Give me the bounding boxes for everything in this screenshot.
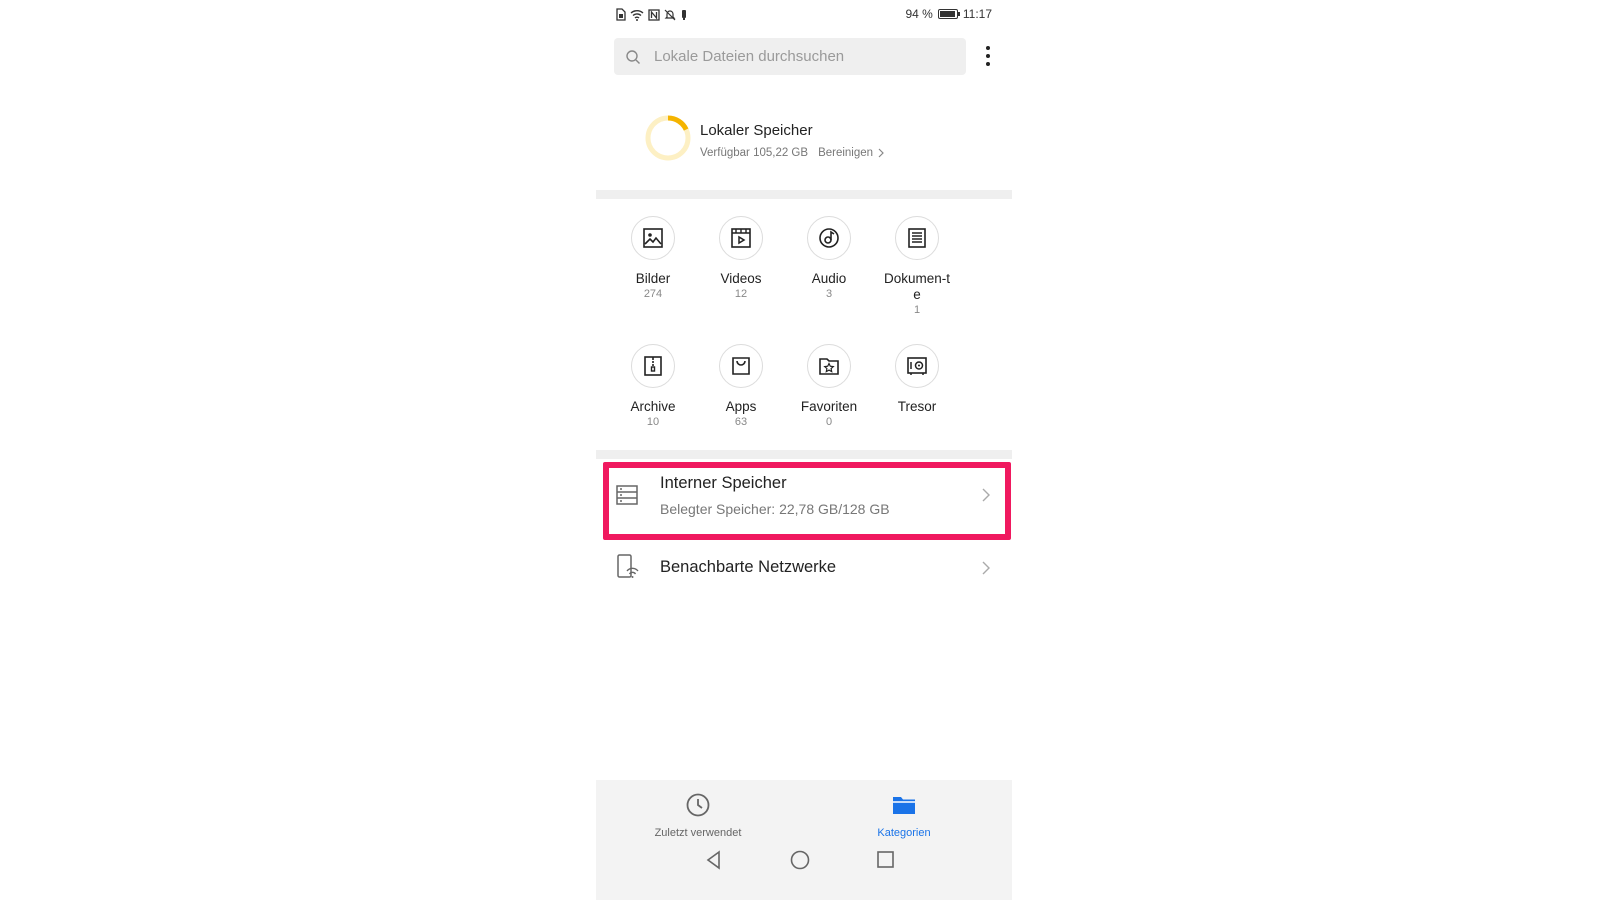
more-options-button[interactable] [972,40,1004,72]
category-icon-wrap [807,216,851,260]
search-icon [614,49,652,65]
category-count: 63 [734,416,748,428]
section-divider [596,450,1012,459]
network-device-icon [617,554,639,578]
internal-storage-row[interactable]: Interner Speicher Belegter Speicher: 22,… [596,468,1012,530]
category-icon-wrap [807,344,851,388]
category-icon-wrap [719,344,763,388]
search-input[interactable] [652,47,956,66]
tab-categories[interactable]: Kategorien [834,792,974,839]
bell-muted-icon [664,9,676,20]
local-storage-title: Lokaler Speicher [700,122,813,139]
more-dot [986,62,990,66]
clock-icon [686,793,710,817]
document-icon [908,228,926,248]
nearby-networks-row[interactable]: Benachbarte Netzwerke [596,548,1012,590]
category-label: Audio [811,271,847,286]
tab-recent-label: Zuletzt verwendet [654,827,742,839]
category-label: Apps [725,399,757,414]
archive-icon [644,356,662,376]
section-divider [596,190,1012,199]
chevron-right-icon [982,488,990,502]
video-icon [731,228,751,248]
bottom-navigation: Zuletzt verwendet Kategorien [596,780,1012,900]
tab-categories-label: Kategorien [877,827,931,839]
apps-bag-icon [732,357,750,375]
image-icon [643,228,663,248]
category-count: 3 [825,288,833,300]
category-favorites[interactable]: Favoriten 0 [784,344,874,428]
more-dot [986,46,990,50]
audio-icon [819,228,839,248]
category-archives[interactable]: Archive 10 [608,344,698,428]
system-navigation-bar [596,848,1012,876]
internal-storage-usage: Belegter Speicher: 22,78 GB/128 GB [660,501,890,517]
category-icon-wrap [631,216,675,260]
local-storage-subtitle: Verfügbar 105,22 GB Bereinigen [700,147,884,159]
battery-icon [937,9,960,19]
category-safe[interactable]: Tresor [872,344,962,416]
category-label: Videos [720,271,762,286]
category-count: 0 [825,416,833,428]
available-space: Verfügbar 105,22 GB [700,147,809,159]
local-storage-summary[interactable]: Lokaler Speicher Verfügbar 105,22 GB Ber… [644,114,984,170]
clean-up-label: Bereinigen [818,147,874,159]
category-label: Bilder [635,271,671,286]
folder-icon [893,797,915,814]
nfc-icon [648,8,660,21]
phone-screen: 94 % 11:17 Lokaler Speicher Verfügbar 10… [596,0,1012,900]
category-count: 12 [734,288,748,300]
clock: 11:17 [962,7,992,21]
category-icon-wrap [895,344,939,388]
category-label: Tresor [897,399,937,414]
search-bar[interactable] [614,38,966,75]
sim-card-icon [616,8,626,21]
battery-level [939,11,955,17]
category-count: 274 [643,288,663,300]
safe-icon [907,357,927,375]
battery-percent: 94 % [905,7,933,21]
category-icon-wrap [719,216,763,260]
category-icon-wrap [631,344,675,388]
more-dot [986,54,990,58]
internal-storage-title: Interner Speicher [660,474,787,492]
chevron-right-icon [982,561,990,575]
back-icon[interactable] [704,850,724,870]
category-apps[interactable]: Apps 63 [696,344,786,428]
status-icons-right: 94 % 11:17 [906,7,993,21]
wifi-icon [630,9,644,21]
category-label: Favoriten [800,399,858,414]
recents-icon[interactable] [876,850,896,870]
status-bar: 94 % 11:17 [596,0,1012,30]
storage-usage-ring [645,115,691,161]
category-audio[interactable]: Audio 3 [784,216,874,300]
category-count: 10 [646,416,660,428]
home-icon[interactable] [789,850,811,872]
nearby-networks-title: Benachbarte Netzwerke [660,558,837,576]
clean-up-link[interactable]: Bereinigen [818,147,884,159]
category-label: Archive [630,399,676,414]
category-images[interactable]: Bilder 274 [608,216,698,300]
category-documents[interactable]: Dokumen-te 1 [872,216,962,316]
chevron-right-icon [878,148,884,158]
category-label: Dokumen-te [883,271,951,302]
tab-recent[interactable]: Zuletzt verwendet [628,792,768,839]
status-icons-left [616,8,688,21]
category-videos[interactable]: Videos 12 [696,216,786,300]
category-count: 1 [913,304,921,316]
favorites-folder-icon [819,358,839,375]
notification-icon [682,9,686,20]
storage-drive-icon [616,485,638,505]
category-icon-wrap [895,216,939,260]
